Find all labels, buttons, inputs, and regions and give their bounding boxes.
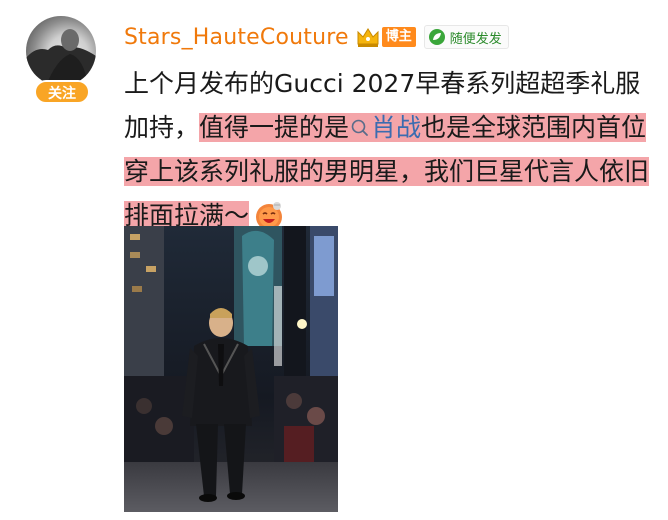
post-image[interactable] (124, 226, 338, 512)
crown-icon (357, 28, 379, 47)
follow-button[interactable]: 关注 (34, 80, 90, 104)
search-icon (351, 119, 368, 136)
post-source-label: 随便发发 (449, 31, 502, 47)
highlight-text-a: 值得一提的是 (199, 113, 350, 142)
avatar-area: 关注 (24, 16, 98, 104)
username[interactable]: Stars_HauteCouture (124, 25, 349, 50)
avatar[interactable] (26, 16, 96, 86)
topic-link[interactable]: 肖战 (349, 113, 422, 142)
leaf-icon (428, 29, 445, 45)
topic-label[interactable]: 肖战 (371, 113, 421, 142)
post-source-tag[interactable]: 随便发发 (423, 25, 509, 49)
post-header: Stars_HauteCouture 博主 随便发发 (124, 22, 509, 52)
blogger-badge: 博主 (381, 27, 416, 47)
post-text: 上个月发布的Gucci 2027早春系列超超季礼服加持，值得一提的是 肖战也是全球… (124, 62, 654, 238)
